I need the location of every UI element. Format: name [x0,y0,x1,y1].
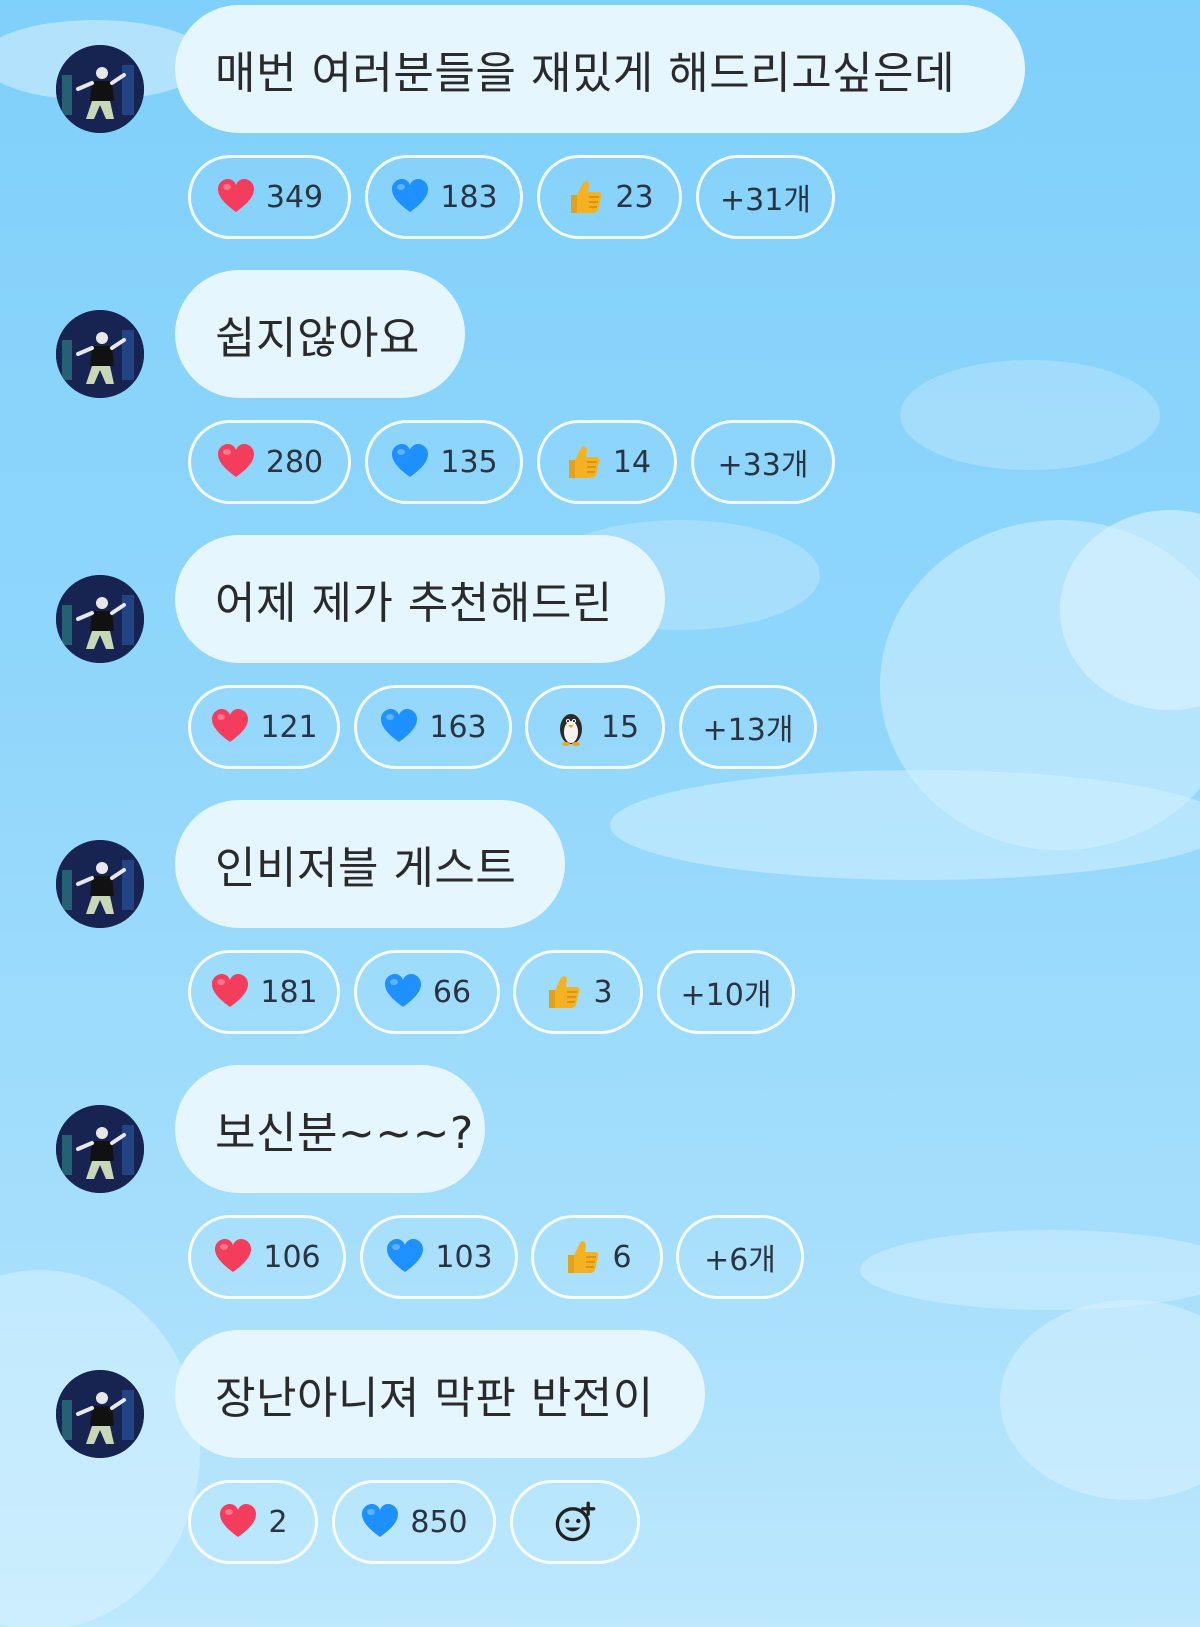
reaction-pill[interactable]: 6 [531,1215,663,1299]
message-bubble[interactable]: 쉽지않아요 [175,270,465,398]
blue-heart-icon [379,707,419,747]
cloud [860,1230,1200,1310]
more-reactions-button[interactable]: +33개 [691,420,835,504]
avatar[interactable] [56,575,144,663]
avatar[interactable] [56,840,144,928]
reaction-count: 103 [435,1239,493,1275]
red-heart-icon [213,1237,253,1277]
red-heart-icon [216,442,256,482]
reaction-count: 14 [612,444,652,480]
thumbs-up-icon [543,972,583,1012]
avatar[interactable] [56,1105,144,1193]
reaction-pill[interactable]: 135 [365,420,523,504]
red-heart-icon [210,972,250,1012]
blue-heart-icon [360,1502,400,1542]
more-reactions-label: +31개 [720,183,811,218]
reaction-pill[interactable]: 103 [360,1215,518,1299]
reaction-pill[interactable]: 106 [188,1215,346,1299]
reaction-pill[interactable]: 850 [332,1480,496,1564]
reaction-pill[interactable]: 121 [188,685,340,769]
red-heart-icon [210,707,250,747]
message-bubble[interactable]: 어제 제가 추천해드린 [175,535,665,663]
reaction-pill[interactable]: 66 [354,950,500,1034]
reaction-pill[interactable]: 14 [537,420,677,504]
more-reactions-label: +13개 [702,713,794,748]
message-bubble[interactable]: 보신분~~~? [175,1065,485,1193]
reaction-count: 2 [268,1504,288,1540]
cloud [1000,1300,1200,1500]
cloud [610,770,1200,880]
reaction-pill[interactable]: 349 [188,155,351,239]
cloud [880,520,1200,850]
cloud [900,360,1160,470]
more-reactions-button[interactable]: +13개 [679,685,817,769]
penguin-icon [551,707,591,747]
blue-heart-icon [390,177,430,217]
reaction-pill[interactable]: 2 [188,1480,318,1564]
more-reactions-label: +10개 [680,978,772,1013]
reaction-pill[interactable]: 280 [188,420,351,504]
add-reaction-smiley-icon [553,1500,597,1544]
reaction-count: 6 [612,1239,632,1275]
reaction-count: 163 [429,709,487,745]
avatar[interactable] [56,45,144,133]
message-bubble[interactable]: 인비저블 게스트 [175,800,565,928]
red-heart-icon [216,177,256,217]
blue-heart-icon [385,1237,425,1277]
avatar[interactable] [56,310,144,398]
reaction-count: 280 [265,444,324,480]
cloud [1060,510,1200,710]
more-reactions-button[interactable]: +6개 [676,1215,804,1299]
more-reactions-label: +6개 [704,1243,776,1278]
avatar[interactable] [56,1370,144,1458]
reaction-count: 3 [593,974,613,1010]
thumbs-up-icon [562,1237,602,1277]
reaction-count: 850 [410,1504,468,1540]
reaction-count: 121 [260,709,318,745]
message-bubble[interactable]: 매번 여러분들을 재밌게 해드리고싶은데 [175,5,1025,133]
reaction-count: 135 [440,444,498,480]
message-bubble[interactable]: 장난아니져 막판 반전이 [175,1330,705,1458]
red-heart-icon [218,1502,258,1542]
reaction-count: 183 [440,179,498,215]
blue-heart-icon [390,442,430,482]
reaction-pill[interactable]: 15 [525,685,665,769]
reaction-count: 66 [432,974,472,1010]
more-reactions-button[interactable]: +31개 [696,155,835,239]
more-reactions-label: +33개 [717,448,809,483]
reaction-count: 15 [600,709,640,745]
thumbs-up-icon [563,442,603,482]
reaction-count: 106 [263,1239,321,1275]
reaction-pill[interactable]: 23 [537,155,682,239]
reaction-count: 181 [260,974,318,1010]
reaction-pill[interactable]: 3 [513,950,643,1034]
reaction-pill[interactable]: 163 [354,685,512,769]
reaction-pill[interactable]: 183 [365,155,523,239]
thumbs-up-icon [565,177,605,217]
reaction-pill[interactable]: 181 [188,950,340,1034]
reaction-count: 23 [615,179,654,215]
add-reaction-button[interactable] [510,1480,640,1564]
blue-heart-icon [383,972,423,1012]
reaction-count: 349 [265,179,324,215]
more-reactions-button[interactable]: +10개 [657,950,795,1034]
